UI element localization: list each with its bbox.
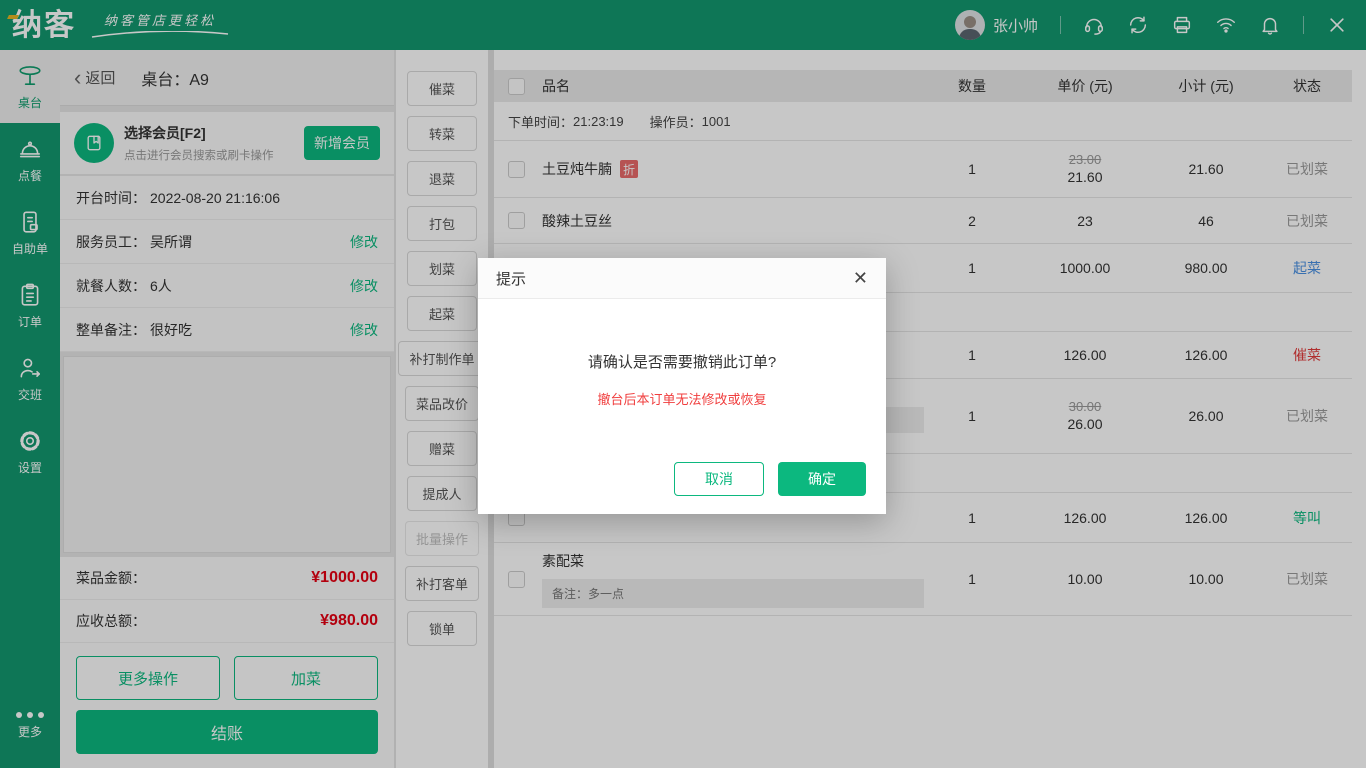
cancel-button[interactable]: 取消 xyxy=(674,462,764,496)
dialog-close-icon[interactable]: ✕ xyxy=(853,269,868,287)
dialog-title: 提示 xyxy=(496,268,526,289)
dialog-message: 请确认是否需要撤销此订单? xyxy=(478,351,886,372)
confirm-button[interactable]: 确定 xyxy=(778,462,866,496)
dialog-header: 提示 ✕ xyxy=(478,258,886,299)
dialog-footer: 取消 确定 xyxy=(674,462,866,496)
dialog-body: 请确认是否需要撤销此订单? 撤台后本订单无法修改或恢复 xyxy=(478,351,886,408)
confirm-dialog: 提示 ✕ 请确认是否需要撤销此订单? 撤台后本订单无法修改或恢复 取消 确定 xyxy=(478,258,886,514)
dialog-warning: 撤台后本订单无法修改或恢复 xyxy=(478,389,886,408)
